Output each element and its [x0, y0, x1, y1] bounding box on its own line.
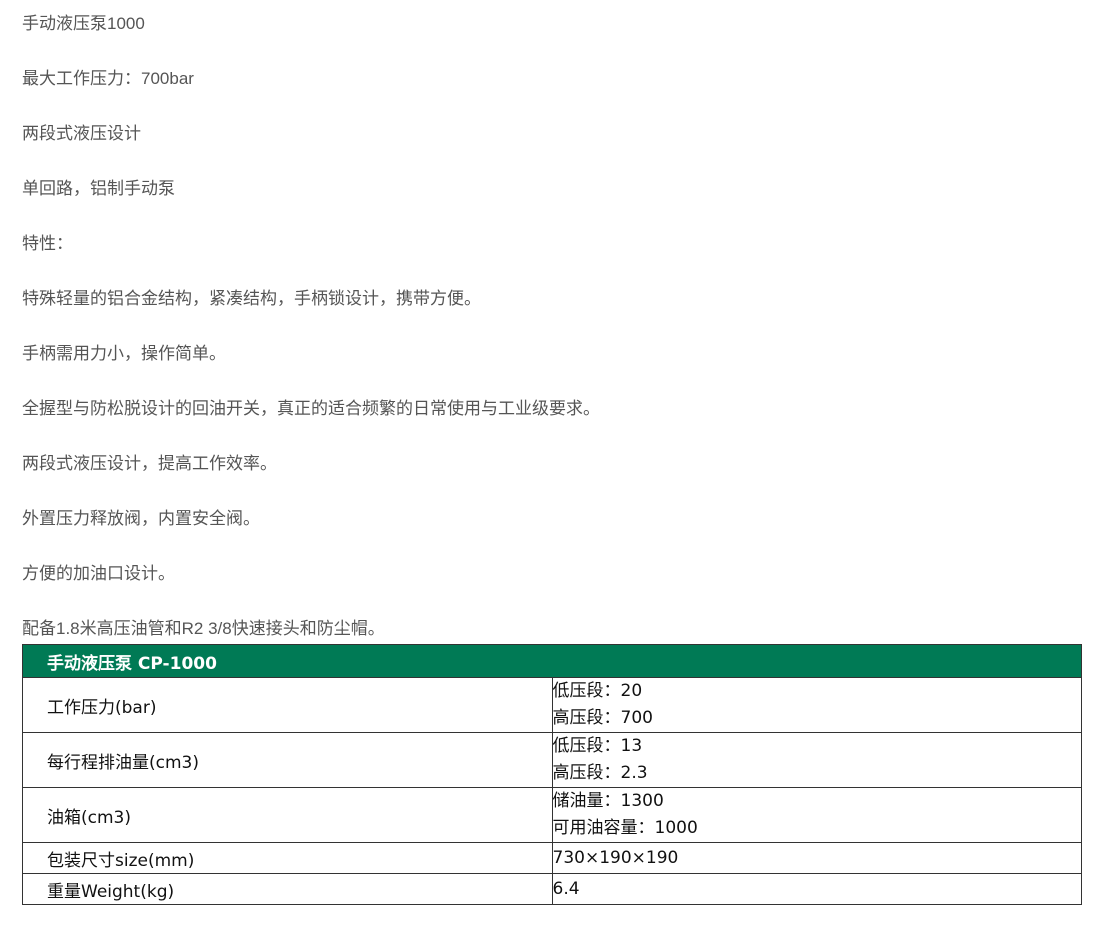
table-header-row: 手动液压泵 CP-1000: [22, 644, 1082, 678]
table-row: 重量Weight(kg) 6.4: [22, 873, 1082, 905]
feature-item: 特殊轻量的铝合金结构，紧凑结构，手柄锁设计，携带方便。: [22, 289, 481, 308]
table-header: 手动液压泵 CP-1000: [22, 644, 1082, 678]
row-label: 包装尺寸size(mm): [22, 842, 553, 874]
feature-item: 配备1.8米高压油管和R2 3/8快速接头和防尘帽。: [22, 619, 385, 638]
feature-item: 外置压力释放阀，内置安全阀。: [22, 509, 260, 528]
value-line: 储油量：1300: [552, 791, 664, 811]
value-line: 低压段：13: [552, 736, 643, 756]
table-row: 工作压力(bar) 低压段：20 高压段：700: [22, 677, 1082, 733]
value-line: 高压段：2.3: [552, 763, 648, 783]
value-line: 低压段：20: [552, 681, 643, 701]
value-line: 高压段：700: [552, 708, 653, 728]
row-value: 低压段：13 高压段：2.3: [551, 732, 1082, 788]
table-row: 每行程排油量(cm3) 低压段：13 高压段：2.3: [22, 732, 1082, 788]
value-line: 可用油容量：1000: [552, 818, 698, 838]
row-label: 每行程排油量(cm3): [22, 732, 553, 788]
row-label: 重量Weight(kg): [22, 873, 553, 905]
single-circuit-text: 单回路，铝制手动泵: [22, 179, 175, 198]
max-pressure-text: 最大工作压力：700bar: [22, 69, 194, 88]
product-title: 手动液压泵1000: [22, 14, 145, 33]
row-value: 6.4: [551, 873, 1082, 905]
row-value: 储油量：1300 可用油容量：1000: [551, 787, 1082, 843]
row-value: 低压段：20 高压段：700: [551, 677, 1082, 733]
spec-table: 手动液压泵 CP-1000 工作压力(bar) 低压段：20 高压段：700 每…: [22, 644, 1082, 905]
feature-item: 手柄需用力小，操作简单。: [22, 344, 226, 363]
feature-item: 两段式液压设计，提高工作效率。: [22, 454, 277, 473]
table-row: 包装尺寸size(mm) 730×190×190: [22, 842, 1082, 874]
table-row: 油箱(cm3) 储油量：1300 可用油容量：1000: [22, 787, 1082, 843]
row-value: 730×190×190: [551, 842, 1082, 874]
feature-item: 全握型与防松脱设计的回油开关，真正的适合频繁的日常使用与工业级要求。: [22, 399, 600, 418]
feature-item: 方便的加油口设计。: [22, 564, 175, 583]
row-label: 工作压力(bar): [22, 677, 553, 733]
two-stage-text: 两段式液压设计: [22, 124, 141, 143]
features-heading: 特性：: [22, 234, 73, 253]
row-label: 油箱(cm3): [22, 787, 553, 843]
